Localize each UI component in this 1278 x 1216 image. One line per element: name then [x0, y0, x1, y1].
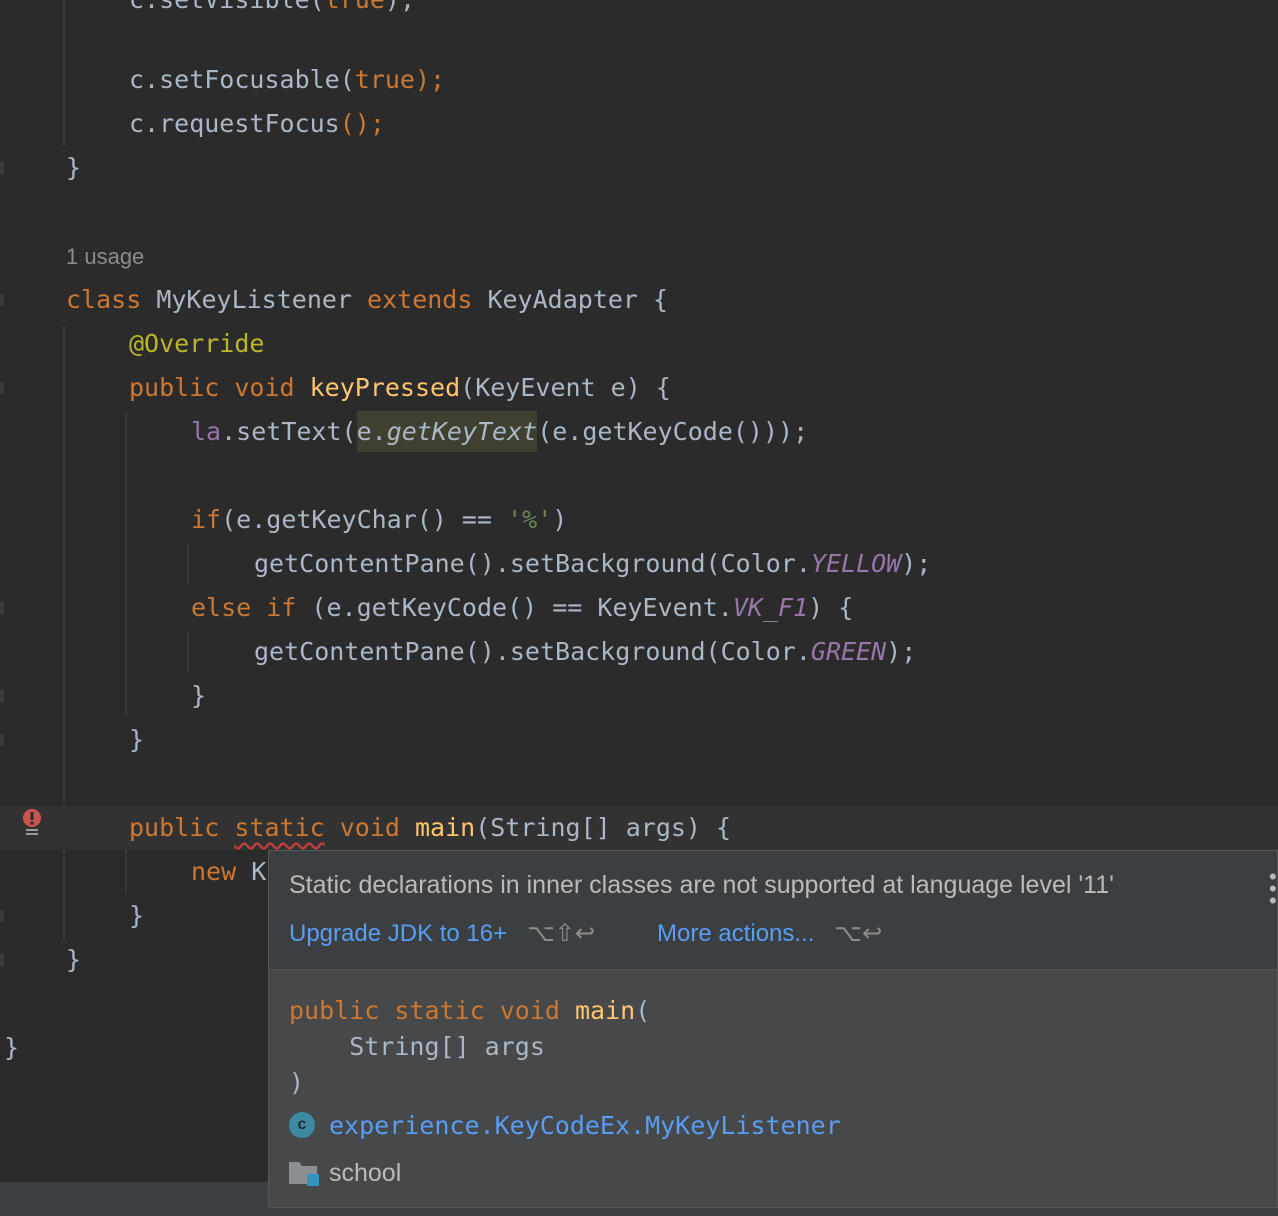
owner-class[interactable]: c experience.KeyCodeEx.MyKeyListener — [289, 1107, 841, 1143]
upgrade-shortcut: ⌥⇧↩ — [527, 920, 596, 947]
code-text: .setText( — [221, 417, 357, 446]
quick-fix-actions: Upgrade JDK to 16+ ⌥⇧↩ More actions... ⌥↩ — [289, 919, 882, 948]
code-field: la — [191, 417, 222, 446]
code-constant: VK_F1 — [732, 593, 809, 622]
code-text: ); — [886, 637, 917, 666]
code-line[interactable]: new K — [0, 850, 266, 894]
code-keyword: void — [324, 813, 415, 842]
indent-guide — [63, 850, 65, 940]
upgrade-jdk-link[interactable]: Upgrade JDK to 16+ — [289, 920, 507, 947]
sig-function: main — [574, 996, 636, 1025]
code-text: (e.getKeyCode() == KeyEvent. — [311, 593, 733, 622]
sig-text: ( — [635, 996, 651, 1025]
kebab-menu-icon[interactable]: • • • — [1269, 866, 1277, 912]
code-text: K — [251, 857, 267, 886]
code-text: ) { — [808, 593, 854, 622]
code-line[interactable]: } — [0, 146, 81, 190]
code-text: (); — [339, 109, 385, 138]
code-text: } — [129, 725, 145, 754]
usage-hint[interactable]: 1 usage — [66, 244, 144, 270]
code-annotation: @Override — [129, 329, 265, 358]
code-line[interactable]: } — [0, 1026, 60, 1070]
code-text: ); — [415, 65, 446, 94]
sig-text: ) — [289, 1068, 305, 1097]
code-text: (e.getKeyChar() == — [221, 505, 508, 534]
sig-keywords: public static void — [289, 996, 575, 1025]
code-text: } — [4, 1033, 20, 1062]
indent-guide — [187, 632, 189, 672]
code-function: main — [414, 813, 476, 842]
code-text: c.setFocusable( — [129, 65, 355, 94]
code-text: } — [66, 153, 82, 182]
code-text: } — [66, 945, 82, 974]
code-text: KeyAdapter { — [472, 285, 669, 314]
code-line[interactable]: c.setFocusable(true); — [0, 58, 445, 102]
code-line[interactable]: if(e.getKeyChar() == '%') — [0, 498, 567, 542]
code-line[interactable]: @Override — [0, 322, 264, 366]
code-keyword: new — [191, 857, 252, 886]
code-line[interactable]: } — [0, 674, 206, 718]
indent-guide — [125, 850, 127, 894]
code-line[interactable]: getContentPane().setBackground(Color.GRE… — [0, 630, 916, 674]
code-keyword: class — [66, 285, 142, 314]
indent-guide — [187, 544, 189, 584]
code-keyword: true — [354, 65, 415, 94]
code-text: } — [129, 901, 145, 930]
code-string: '%' — [507, 505, 553, 534]
code-line[interactable]: } — [0, 938, 81, 982]
more-actions-link[interactable]: More actions... — [657, 920, 814, 947]
code-text: c.setVisible( — [129, 0, 325, 14]
code-keyword: else if — [191, 593, 312, 622]
module-name: school — [329, 1158, 402, 1187]
code-text: getContentPane().setBackground(Color. — [254, 549, 811, 578]
more-actions-shortcut: ⌥↩ — [834, 920, 883, 947]
module-row: school — [289, 1155, 401, 1191]
class-icon: c — [289, 1112, 315, 1138]
code-text: ) — [552, 505, 568, 534]
indent-guide — [63, 0, 65, 146]
usage-highlight: e.getKeyText — [356, 411, 538, 452]
code-constant: GREEN — [810, 637, 887, 666]
code-constant: YELLOW — [810, 549, 902, 578]
code-function: keyPressed — [309, 373, 461, 402]
code-keyword: if — [191, 505, 222, 534]
code-line-current[interactable]: public static void main(String[] args) { — [0, 806, 1278, 850]
indent-guide — [125, 412, 127, 716]
code-line[interactable]: c.requestFocus(); — [0, 102, 385, 146]
code-line[interactable]: } — [0, 894, 144, 938]
code-keyword: public void — [129, 373, 310, 402]
code-text: getContentPane().setBackground(Color. — [254, 637, 811, 666]
code-line[interactable]: class MyKeyListener extends KeyAdapter { — [0, 278, 668, 322]
module-folder-icon — [289, 1162, 319, 1186]
code-text: MyKeyListener — [141, 285, 368, 314]
method-signature: public static void main( String[] args ) — [289, 993, 650, 1101]
error-message: Static declarations in inner classes are… — [289, 871, 1114, 899]
code-static-method: getKeyText — [386, 417, 538, 446]
code-line[interactable]: else if (e.getKeyCode() == KeyEvent.VK_F… — [0, 586, 853, 630]
error-squiggle[interactable]: static — [234, 813, 324, 842]
code-line[interactable]: } — [0, 718, 144, 762]
code-keyword: extends — [367, 285, 473, 314]
code-text: } — [191, 681, 207, 710]
code-text: (String[] args) { — [475, 813, 732, 842]
sig-params: String[] args — [289, 1032, 545, 1061]
error-tooltip-popup[interactable]: Static declarations in inner classes are… — [268, 850, 1278, 1208]
indent-guide — [63, 326, 65, 804]
code-text: ); — [901, 549, 932, 578]
code-text: e. — [356, 417, 387, 446]
code-line[interactable]: c.setVisible(true); — [0, 0, 415, 22]
code-line[interactable]: public void keyPressed(KeyEvent e) { — [0, 366, 671, 410]
error-icon[interactable] — [22, 808, 42, 838]
code-line[interactable]: getContentPane().setBackground(Color.YEL… — [0, 542, 931, 586]
owner-class-link[interactable]: experience.KeyCodeEx.MyKeyListener — [329, 1111, 841, 1140]
code-text: c.requestFocus — [129, 109, 340, 138]
code-text: (e.getKeyCode())); — [537, 417, 809, 446]
code-line[interactable]: la.setText(e.getKeyText(e.getKeyCode()))… — [0, 410, 808, 454]
popup-header: Static declarations in inner classes are… — [269, 851, 1277, 970]
code-text: (KeyEvent e) { — [460, 373, 671, 402]
code-keyword: true — [325, 0, 385, 14]
code-text: ); — [385, 0, 415, 14]
code-keyword: public — [129, 813, 235, 842]
